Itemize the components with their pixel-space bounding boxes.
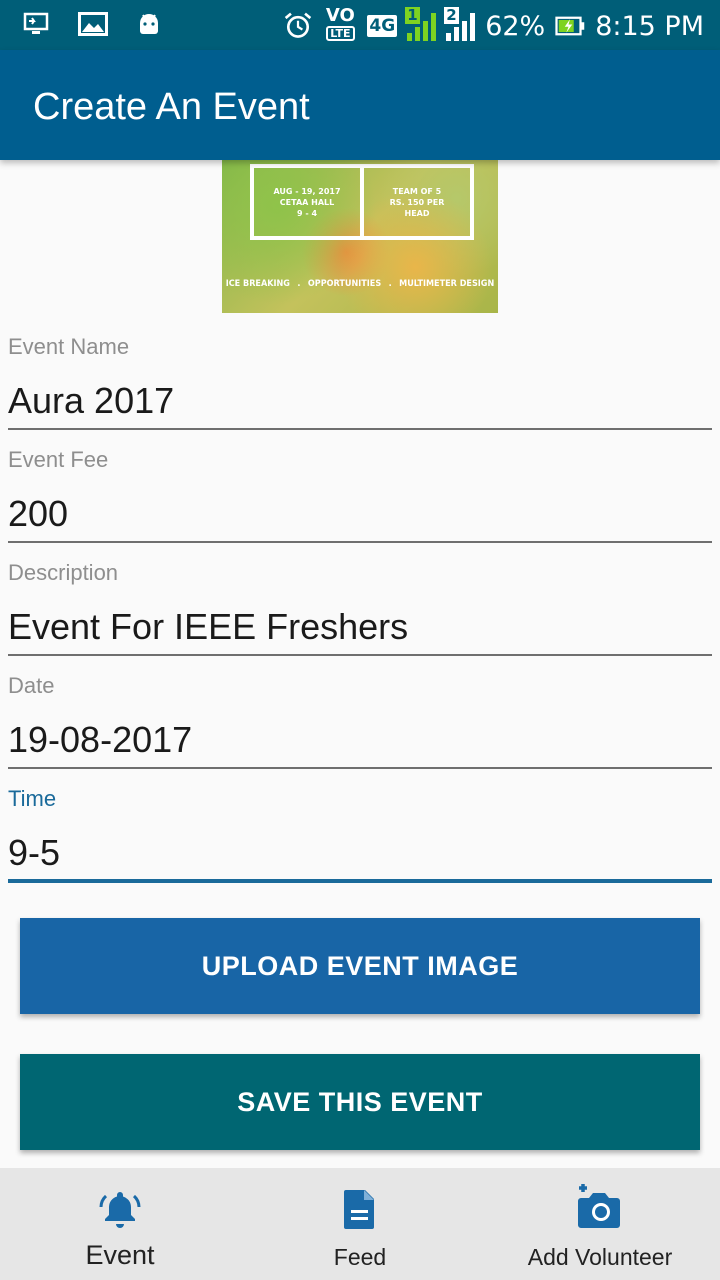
image-icon	[78, 10, 108, 38]
network-type: 4G	[367, 15, 398, 37]
bottom-navigation: Event Feed Add Volunteer	[0, 1168, 720, 1280]
screen-cast-icon	[22, 10, 52, 38]
add-photo-icon	[575, 1184, 625, 1230]
status-notification-icons	[22, 10, 164, 38]
banner-date: AUG - 19, 2017	[273, 186, 341, 196]
event-banner-image: AUG - 19, 2017 CETAA HALL 9 - 4 TEAM OF …	[222, 160, 498, 313]
status-time: 8:15 PM	[595, 10, 704, 42]
time-field[interactable]: Time 9-5	[8, 786, 712, 883]
description-underline	[8, 654, 712, 656]
app-bar: Create An Event	[0, 50, 720, 160]
sim1-signal-icon: 1	[405, 7, 437, 41]
nav-label-add-volunteer: Add Volunteer	[527, 1244, 673, 1270]
event-name-field[interactable]: Event Name Aura 2017	[8, 334, 712, 430]
description-field[interactable]: Description Event For IEEE Freshers	[8, 560, 712, 656]
event-fee-underline	[8, 541, 712, 543]
sim2-signal-icon: 2	[444, 7, 476, 41]
time-underline	[8, 879, 712, 883]
time-input[interactable]: 9-5	[8, 832, 60, 874]
banner-frame: AUG - 19, 2017 CETAA HALL 9 - 4 TEAM OF …	[250, 164, 474, 240]
battery-percent: 62%	[485, 10, 546, 42]
banner-hours: 9 - 4	[296, 208, 318, 218]
description-label: Description	[8, 560, 119, 585]
banner-per-head: HEAD	[404, 208, 430, 218]
nav-item-feed[interactable]: Feed	[240, 1168, 480, 1280]
banner-separator: .	[388, 279, 392, 289]
sim1-label: 1	[405, 6, 420, 24]
banner-price: RS. 150 PER	[389, 197, 445, 207]
banner-date-info: AUG - 19, 2017 CETAA HALL 9 - 4	[254, 168, 360, 236]
volte-label: VO	[325, 5, 355, 26]
nav-label-feed: Feed	[333, 1244, 387, 1270]
date-underline	[8, 767, 712, 769]
lte-label: LTE	[326, 26, 355, 41]
bell-icon	[98, 1184, 142, 1230]
volte-indicator: VO LTE	[323, 7, 357, 45]
document-icon	[343, 1184, 377, 1230]
event-fee-label: Event Fee	[8, 447, 109, 472]
date-input[interactable]: 19-08-2017	[8, 719, 192, 761]
android-icon	[134, 10, 164, 38]
banner-tags: ICE BREAKING . OPPORTUNITIES . MULTIMETE…	[222, 279, 498, 289]
event-name-label: Event Name	[8, 334, 130, 359]
date-field[interactable]: Date 19-08-2017	[8, 673, 712, 769]
alarm-icon	[283, 12, 313, 40]
nav-item-event[interactable]: Event	[0, 1168, 240, 1280]
date-label: Date	[8, 673, 55, 698]
banner-team: TEAM OF 5	[392, 186, 442, 196]
banner-tag: MULTIMETER DESIGN	[399, 279, 495, 289]
sim2-label: 2	[444, 6, 459, 24]
event-fee-field[interactable]: Event Fee 200	[8, 447, 712, 543]
battery-charging-icon	[555, 12, 585, 40]
banner-tag: OPPORTUNITIES	[307, 279, 382, 289]
upload-event-image-button[interactable]: UPLOAD EVENT IMAGE	[20, 918, 700, 1014]
page-title: Create An Event	[33, 86, 310, 128]
banner-venue: CETAA HALL	[279, 197, 335, 207]
status-system-icons: VO LTE 4G 1 2 62% 8:15 PM	[283, 6, 704, 46]
banner-separator: .	[297, 279, 301, 289]
status-bar: VO LTE 4G 1 2 62% 8:15 PM	[0, 0, 720, 50]
banner-tag: ICE BREAKING	[225, 279, 290, 289]
event-fee-input[interactable]: 200	[8, 493, 68, 535]
time-label: Time	[8, 786, 57, 811]
description-input[interactable]: Event For IEEE Freshers	[8, 606, 408, 648]
nav-label-event: Event	[85, 1240, 155, 1270]
nav-item-add-volunteer[interactable]: Add Volunteer	[480, 1168, 720, 1280]
event-name-underline	[8, 428, 712, 430]
banner-team-info: TEAM OF 5 RS. 150 PER HEAD	[360, 168, 470, 236]
save-event-button[interactable]: SAVE THIS EVENT	[20, 1054, 700, 1150]
event-name-input[interactable]: Aura 2017	[8, 380, 174, 422]
